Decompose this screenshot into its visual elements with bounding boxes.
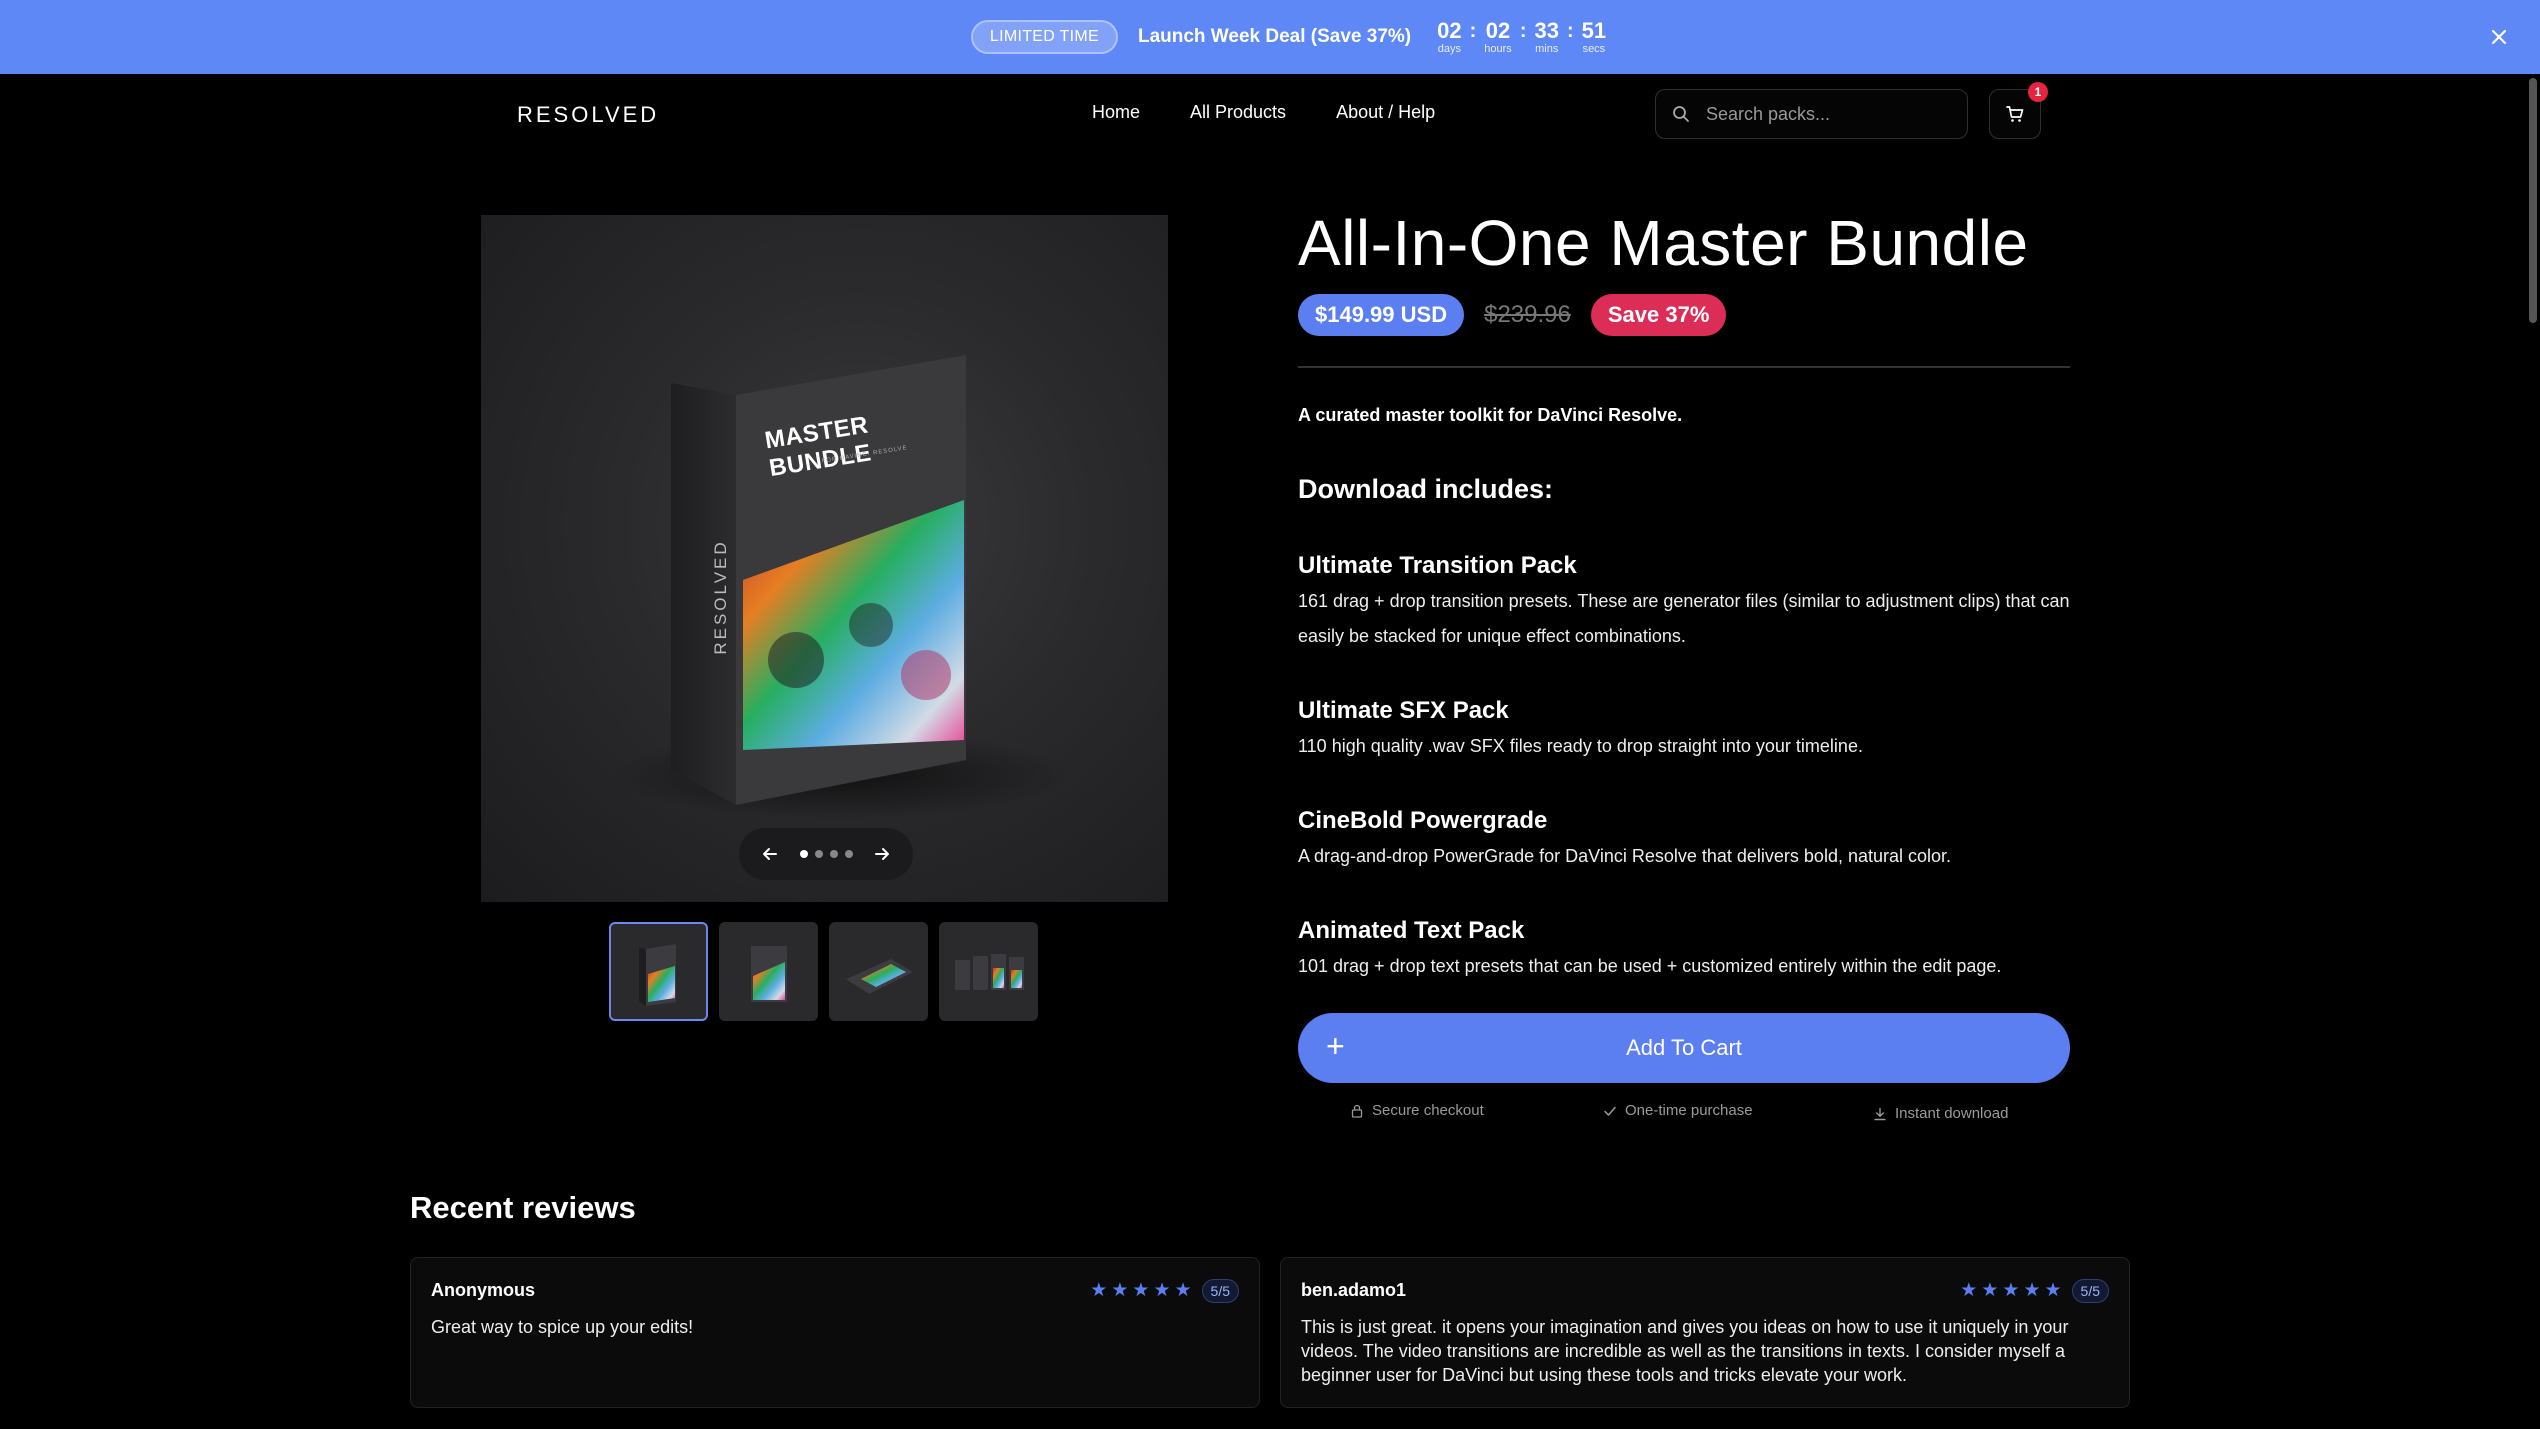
box-side-logo: RESOLVED (711, 539, 730, 655)
plus-icon: + (1326, 1028, 1345, 1064)
review-rating: ★ ★ ★ ★ ★ 5/5 (1090, 1279, 1239, 1303)
carousel-dots (799, 850, 853, 858)
pack-description: 101 drag + drop text presets that can be… (1298, 956, 2002, 976)
lock-icon (1351, 1104, 1363, 1118)
review-text: Great way to spice up your edits! (431, 1317, 694, 1337)
rating-score: 5/5 (2071, 1279, 2109, 1303)
trust-item-one-time: One-time purchase (1603, 1102, 1753, 1119)
product-title: All-In-One Master Bundle (1298, 207, 2029, 279)
search-icon (1673, 106, 1689, 122)
carousel-dot[interactable] (799, 850, 808, 858)
cart-icon (2006, 106, 2024, 122)
pack-item: CineBold Powergrade A drag-and-drop Powe… (1298, 807, 2088, 874)
arrow-right-icon[interactable] (873, 845, 891, 863)
pack-title: Ultimate Transition Pack (1298, 552, 1577, 579)
add-to-cart-button[interactable]: + Add To Cart (1298, 1013, 2070, 1083)
product-box-image (611, 355, 1071, 820)
price-row: $149.99 USD $239.96 Save 37% (1298, 294, 1727, 336)
pack-title: Animated Text Pack (1298, 917, 1525, 944)
star-icon: ★ (1960, 1280, 1978, 1301)
pack-item: Ultimate SFX Pack 110 high quality .wav … (1298, 697, 2088, 764)
trust-item-secure: Secure checkout (1350, 1102, 1484, 1119)
star-icon: ★ (1090, 1280, 1108, 1301)
main-nav: Home All Products About / Help (1092, 102, 1435, 123)
download-icon (1874, 1107, 1886, 1120)
carousel-controls (739, 828, 913, 880)
close-banner-button[interactable] (2484, 22, 2514, 52)
star-icon: ★ (1153, 1280, 1171, 1301)
countdown-separator: : (1519, 19, 1527, 42)
original-price: $239.96 (1484, 301, 1571, 328)
save-badge: Save 37% (1590, 294, 1727, 336)
search-box[interactable] (1655, 89, 1968, 139)
trust-item-instant-download: Instant download (1873, 1105, 2008, 1122)
nav-home[interactable]: Home (1092, 102, 1140, 123)
divider (1298, 366, 2070, 368)
cart-button[interactable]: 1 (1989, 82, 2048, 139)
review-text: This is just great. it opens your imagin… (1301, 1317, 2069, 1385)
pack-title: Ultimate SFX Pack (1298, 697, 1509, 724)
review-card: Anonymous Great way to spice up your edi… (410, 1257, 1260, 1408)
star-icon: ★ (2002, 1280, 2020, 1301)
thumbnail-image (955, 954, 1024, 990)
countdown-separator: : (1469, 19, 1477, 42)
checkmark-icon (1604, 1106, 1616, 1116)
add-to-cart-label: Add To Cart (1626, 1035, 1742, 1060)
thumbnail-strip (609, 922, 1038, 1021)
pack-item: Animated Text Pack 101 drag + drop text … (1298, 917, 2088, 984)
carousel-dot[interactable] (814, 850, 823, 858)
pack-description: 161 drag + drop transition presets. Thes… (1298, 591, 2070, 646)
pack-item: Ultimate Transition Pack 161 drag + drop… (1298, 552, 2088, 654)
limited-time-badge: LIMITED TIME (970, 20, 1118, 54)
current-price-badge: $149.99 USD (1298, 294, 1465, 336)
includes-heading: Download includes: (1298, 474, 1554, 504)
pack-description: A drag-and-drop PowerGrade for DaVinci R… (1298, 846, 1952, 866)
thumbnail-3[interactable] (829, 922, 928, 1021)
star-icon: ★ (2044, 1280, 2062, 1301)
countdown-secs: 51 secs (1581, 17, 1607, 55)
carousel-dot[interactable] (829, 850, 838, 858)
countdown-separator: : (1566, 19, 1574, 42)
carousel-dot[interactable] (844, 850, 853, 858)
rating-score: 5/5 (1201, 1279, 1239, 1303)
countdown-hours: 02 hours (1484, 17, 1512, 55)
countdown-mins: 33 mins (1534, 17, 1559, 55)
thumbnail-1[interactable] (609, 922, 708, 1021)
star-icon: ★ (1132, 1280, 1150, 1301)
thumbnail-image (846, 959, 913, 994)
star-icon: ★ (2023, 1280, 2041, 1301)
product-tagline: A curated master toolkit for DaVinci Res… (1298, 405, 1683, 425)
thumbnail-4[interactable] (939, 922, 1038, 1021)
promo-text: Launch Week Deal (Save 37%) (1137, 26, 1412, 47)
thumbnail-image (751, 946, 787, 1002)
review-rating: ★ ★ ★ ★ ★ 5/5 (1960, 1279, 2109, 1303)
countdown-days: 02 days (1437, 17, 1462, 55)
thumbnail-2[interactable] (719, 922, 818, 1021)
search-input[interactable] (1704, 102, 1944, 126)
reviews-heading: Recent reviews (410, 1190, 636, 1225)
review-card: ben.adamo1 This is just great. it opens … (1280, 1257, 2130, 1408)
nav-all-products[interactable]: All Products (1190, 102, 1286, 123)
page-scrollbar[interactable] (2529, 78, 2537, 323)
pack-title: CineBold Powergrade (1298, 807, 1548, 834)
star-icon: ★ (1174, 1280, 1192, 1301)
nav-about-help[interactable]: About / Help (1336, 102, 1435, 123)
close-icon (2491, 29, 2507, 45)
pack-description: 110 high quality .wav SFX files ready to… (1298, 736, 1863, 756)
promo-banner: LIMITED TIME Launch Week Deal (Save 37%)… (0, 0, 2540, 74)
product-image-carousel[interactable]: MASTER BUNDLE FOR DAVINCI RESOLVE RESOLV… (481, 215, 1168, 902)
star-icon: ★ (1111, 1280, 1129, 1301)
arrow-left-icon[interactable] (761, 845, 779, 863)
cart-count-badge: 1 (2028, 82, 2048, 102)
countdown-timer: 02 days : 02 hours : 33 mins : 51 secs (1437, 17, 1607, 55)
star-icon: ★ (1981, 1280, 1999, 1301)
site-logo[interactable]: RESOLVED (517, 102, 659, 128)
thumbnail-image (639, 944, 676, 1006)
